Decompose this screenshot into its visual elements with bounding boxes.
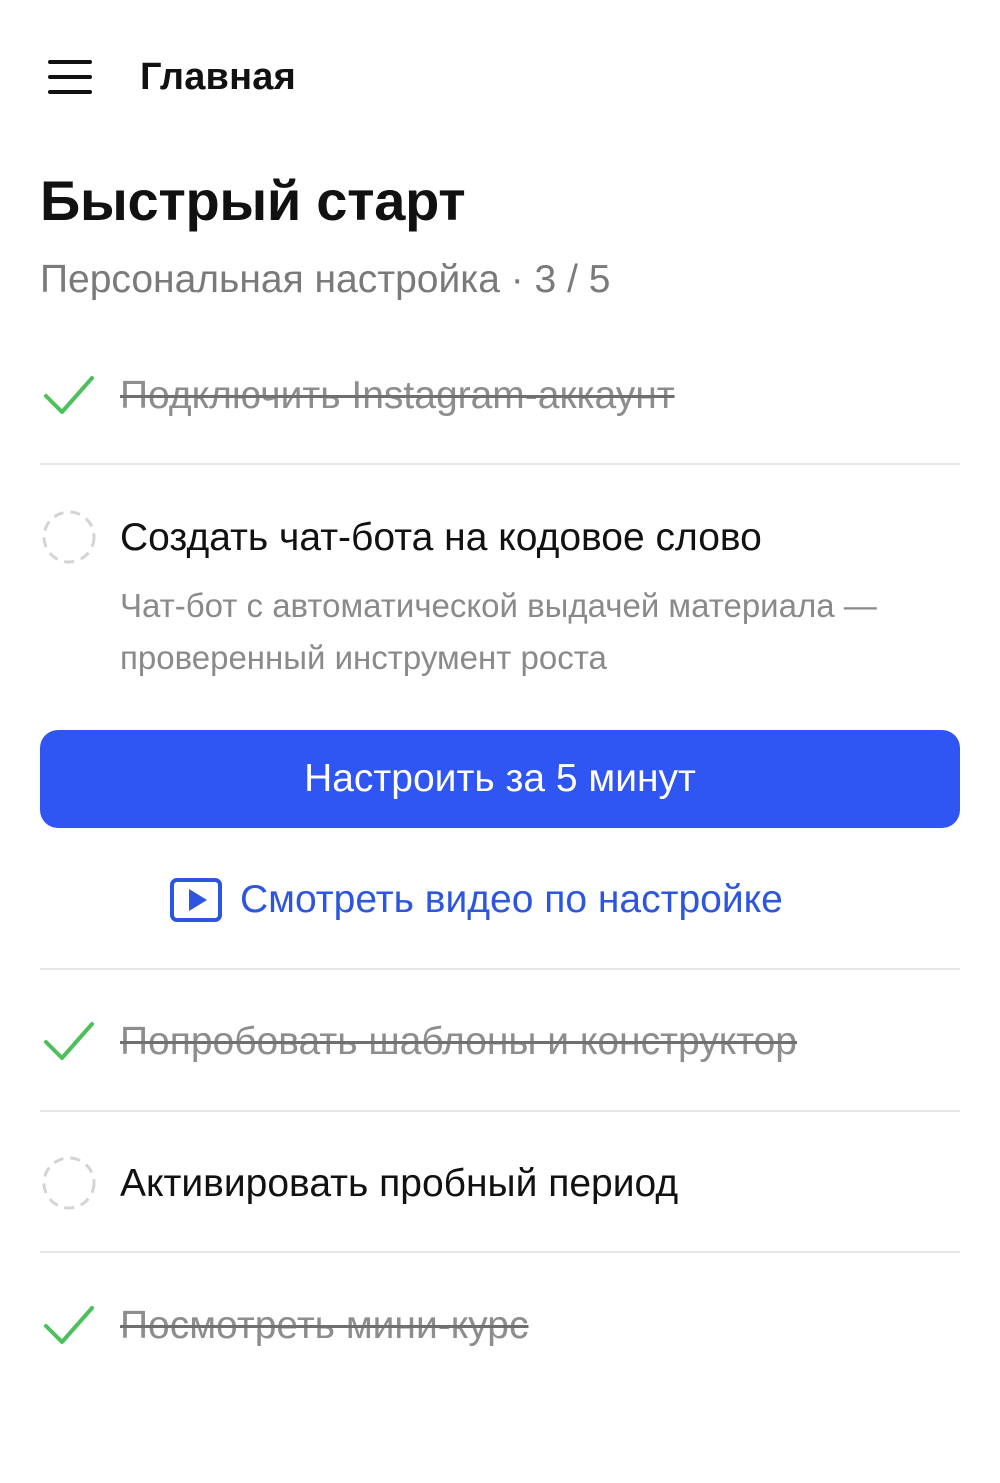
divider — [40, 968, 960, 970]
task-description: Чат-бот с автоматической выдачей материа… — [120, 587, 877, 676]
hamburger-menu-icon[interactable] — [46, 60, 92, 96]
task-label: Активировать пробный период — [120, 1162, 679, 1205]
top-bar: Главная — [0, 0, 1000, 160]
play-video-icon — [170, 878, 222, 922]
progress-subtitle: Персональная настройка · 3 / 5 — [40, 258, 611, 301]
task-label: Посмотреть мини-курс — [120, 1304, 529, 1347]
page-title: Быстрый старт — [40, 169, 466, 232]
task-label: Создать чат-бота на кодовое слово — [120, 516, 762, 559]
task-label: Подключить Instagram-аккаунт — [120, 374, 675, 417]
divider — [40, 1251, 960, 1253]
video-link-label: Смотреть видео по настройке — [240, 878, 783, 921]
divider — [40, 1110, 960, 1112]
checkmark-icon — [44, 1022, 94, 1060]
divider — [40, 463, 960, 465]
header-title: Главная — [140, 56, 296, 98]
pending-circle-icon — [42, 1156, 96, 1210]
setup-in-5-minutes-button[interactable]: Настроить за 5 минут — [40, 730, 960, 828]
pending-circle-icon — [42, 510, 96, 564]
checkmark-icon — [44, 376, 94, 414]
task-label: Попробовать шаблоны и конструктор — [120, 1020, 797, 1063]
checkmark-icon — [44, 1306, 94, 1344]
watch-setup-video-link[interactable]: Смотреть видео по настройке — [170, 872, 783, 928]
